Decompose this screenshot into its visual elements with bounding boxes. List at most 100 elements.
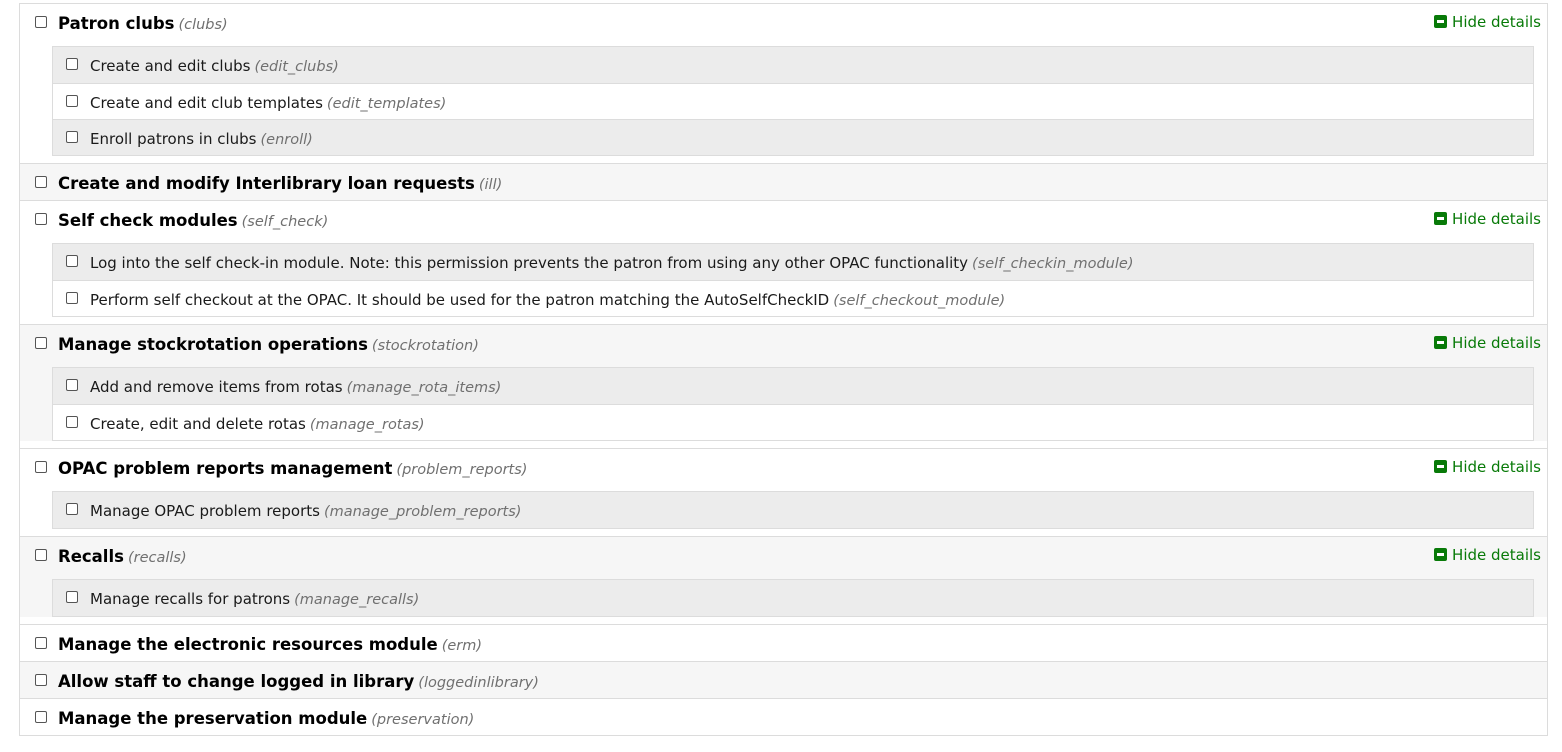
permission-row: Self check modules (self_check) Hide deta… xyxy=(20,201,1547,237)
subpermission-row: Perform self checkout at the OPAC. It sh… xyxy=(53,280,1533,316)
permission-checkbox-problem-reports[interactable] xyxy=(35,461,47,473)
minus-square-icon xyxy=(1434,548,1448,561)
permission-label[interactable]: Manage the electronic resources module (e… xyxy=(58,635,482,654)
subpermission-checkbox[interactable] xyxy=(66,503,78,515)
permission-checkbox-recalls[interactable] xyxy=(35,549,47,561)
subpermission-checkbox[interactable] xyxy=(66,292,78,304)
hide-details-toggle[interactable]: Hide details xyxy=(1434,13,1541,31)
permission-group-erm: Manage the electronic resources module (e… xyxy=(20,624,1547,661)
subpermission-label[interactable]: Add and remove items from rotas (manage_r… xyxy=(90,378,501,396)
subpermission-name: Add and remove items from rotas xyxy=(90,378,343,396)
subpermission-code: (edit_templates) xyxy=(326,96,447,112)
permission-group-problem-reports: OPAC problem reports management (problem_… xyxy=(20,448,1547,529)
hide-details-label: Hide details xyxy=(1452,13,1541,31)
subpermission-checkbox[interactable] xyxy=(66,95,78,107)
permission-name: Allow staff to change logged in library xyxy=(58,672,415,691)
subpermission-name: Create and edit clubs xyxy=(90,57,251,75)
subpermission-list: Add and remove items from rotas (manage_r… xyxy=(52,367,1534,441)
subpermission-checkbox[interactable] xyxy=(66,416,78,428)
subpermission-name: Perform self checkout at the OPAC. It sh… xyxy=(90,291,830,309)
permission-checkbox-stockrotation[interactable] xyxy=(35,337,47,349)
permission-row: Create and modify Interlibrary loan requ… xyxy=(20,164,1547,200)
subpermission-row: Create and edit clubs (edit_clubs) xyxy=(53,47,1533,83)
permission-row: OPAC problem reports management (problem_… xyxy=(20,449,1547,485)
permission-row: Manage stockrotation operations (stockrot… xyxy=(20,325,1547,361)
permission-code: (clubs) xyxy=(178,17,228,33)
subpermission-label[interactable]: Create and edit club templates (edit_temp… xyxy=(90,94,446,112)
permission-group-stockrotation: Manage stockrotation operations (stockrot… xyxy=(20,324,1547,441)
subpermission-code: (edit_clubs) xyxy=(254,59,339,75)
permission-label[interactable]: Manage the preservation module (preservat… xyxy=(58,709,474,728)
hide-details-label: Hide details xyxy=(1452,334,1541,352)
permission-name: Self check modules xyxy=(58,211,238,230)
permission-code: (recalls) xyxy=(127,550,187,566)
hide-details-label: Hide details xyxy=(1452,458,1541,476)
permission-name: OPAC problem reports management xyxy=(58,459,393,478)
subpermission-row: Manage OPAC problem reports (manage_probl… xyxy=(53,492,1533,528)
permission-label[interactable]: Allow staff to change logged in library(… xyxy=(58,672,539,691)
permission-checkbox-loggedinlibrary[interactable] xyxy=(35,674,47,686)
subpermission-code: (self_checkout_module) xyxy=(833,293,1006,309)
permission-name: Manage stockrotation operations xyxy=(58,335,368,354)
subpermission-code: (manage_recalls) xyxy=(294,592,420,608)
permission-row: Manage the preservation module (preservat… xyxy=(20,699,1547,735)
permission-group-preservation: Manage the preservation module (preservat… xyxy=(20,698,1547,735)
subpermission-code: (self_checkin_module) xyxy=(972,256,1134,272)
permission-checkbox-self-check[interactable] xyxy=(35,213,47,225)
permission-group-self-check: Self check modules (self_check) Hide deta… xyxy=(20,200,1547,317)
subpermission-label[interactable]: Manage OPAC problem reports (manage_probl… xyxy=(90,502,521,520)
permission-code: (ill) xyxy=(478,177,503,193)
subpermission-name: Create and edit club templates xyxy=(90,94,323,112)
permission-label[interactable]: Recalls (recalls) xyxy=(58,547,187,566)
hide-details-toggle[interactable]: Hide details xyxy=(1434,210,1541,228)
permission-code: (preservation) xyxy=(371,712,475,728)
subpermission-label[interactable]: Perform self checkout at the OPAC. It sh… xyxy=(90,291,1005,309)
permissions-list: Patron clubs (clubs) Hide details Create … xyxy=(19,3,1548,736)
hide-details-toggle[interactable]: Hide details xyxy=(1434,546,1541,564)
subpermission-code: (enroll) xyxy=(260,132,313,148)
permission-checkbox-clubs[interactable] xyxy=(35,16,47,28)
permission-name: Patron clubs xyxy=(58,14,175,33)
permission-code: (problem_reports) xyxy=(396,462,528,478)
permission-name: Recalls xyxy=(58,547,124,566)
hide-details-toggle[interactable]: Hide details xyxy=(1434,458,1541,476)
minus-square-icon xyxy=(1434,460,1448,473)
subpermission-label[interactable]: Manage recalls for patrons (manage_recall… xyxy=(90,590,419,608)
subpermission-name: Enroll patrons in clubs xyxy=(90,130,257,148)
subpermission-checkbox[interactable] xyxy=(66,58,78,70)
permission-group-loggedinlibrary: Allow staff to change logged in library(… xyxy=(20,661,1547,698)
subpermission-label[interactable]: Log into the self check-in module. Note:… xyxy=(90,254,1133,272)
permission-row: Allow staff to change logged in library(… xyxy=(20,662,1547,698)
subpermission-checkbox[interactable] xyxy=(66,379,78,391)
subpermission-code: (manage_rota_items) xyxy=(346,380,502,396)
subpermission-checkbox[interactable] xyxy=(66,255,78,267)
permission-label[interactable]: OPAC problem reports management (problem_… xyxy=(58,459,527,478)
subpermission-name: Log into the self check-in module. Note:… xyxy=(90,254,969,272)
subpermission-label[interactable]: Create, edit and delete rotas (manage_rot… xyxy=(90,415,425,433)
permission-checkbox-erm[interactable] xyxy=(35,637,47,649)
subpermission-label[interactable]: Enroll patrons in clubs (enroll) xyxy=(90,130,313,148)
subpermission-row: Create and edit club templates (edit_temp… xyxy=(53,83,1533,119)
subpermission-row: Log into the self check-in module. Note:… xyxy=(53,244,1533,280)
subpermission-name: Manage OPAC problem reports xyxy=(90,502,320,520)
permission-label[interactable]: Create and modify Interlibrary loan requ… xyxy=(58,174,502,193)
permission-code: (stockrotation) xyxy=(371,338,479,354)
subpermission-checkbox[interactable] xyxy=(66,131,78,143)
subpermission-row: Enroll patrons in clubs (enroll) xyxy=(53,119,1533,155)
subpermission-label[interactable]: Create and edit clubs (edit_clubs) xyxy=(90,57,339,75)
permission-code: (erm) xyxy=(441,638,483,654)
permission-checkbox-ill[interactable] xyxy=(35,176,47,188)
permission-code: (loggedinlibrary) xyxy=(418,675,539,691)
permission-label[interactable]: Patron clubs (clubs) xyxy=(58,14,228,33)
subpermission-list: Manage OPAC problem reports (manage_probl… xyxy=(52,491,1534,529)
permission-checkbox-preservation[interactable] xyxy=(35,711,47,723)
minus-square-icon xyxy=(1434,336,1448,349)
subpermission-row: Add and remove items from rotas (manage_r… xyxy=(53,368,1533,404)
permission-group-ill: Create and modify Interlibrary loan requ… xyxy=(20,163,1547,200)
permission-label[interactable]: Self check modules (self_check) xyxy=(58,211,328,230)
hide-details-toggle[interactable]: Hide details xyxy=(1434,334,1541,352)
permission-name: Manage the electronic resources module xyxy=(58,635,438,654)
permission-label[interactable]: Manage stockrotation operations (stockrot… xyxy=(58,335,479,354)
subpermission-checkbox[interactable] xyxy=(66,591,78,603)
subpermission-list: Create and edit clubs (edit_clubs) Create… xyxy=(52,46,1534,156)
